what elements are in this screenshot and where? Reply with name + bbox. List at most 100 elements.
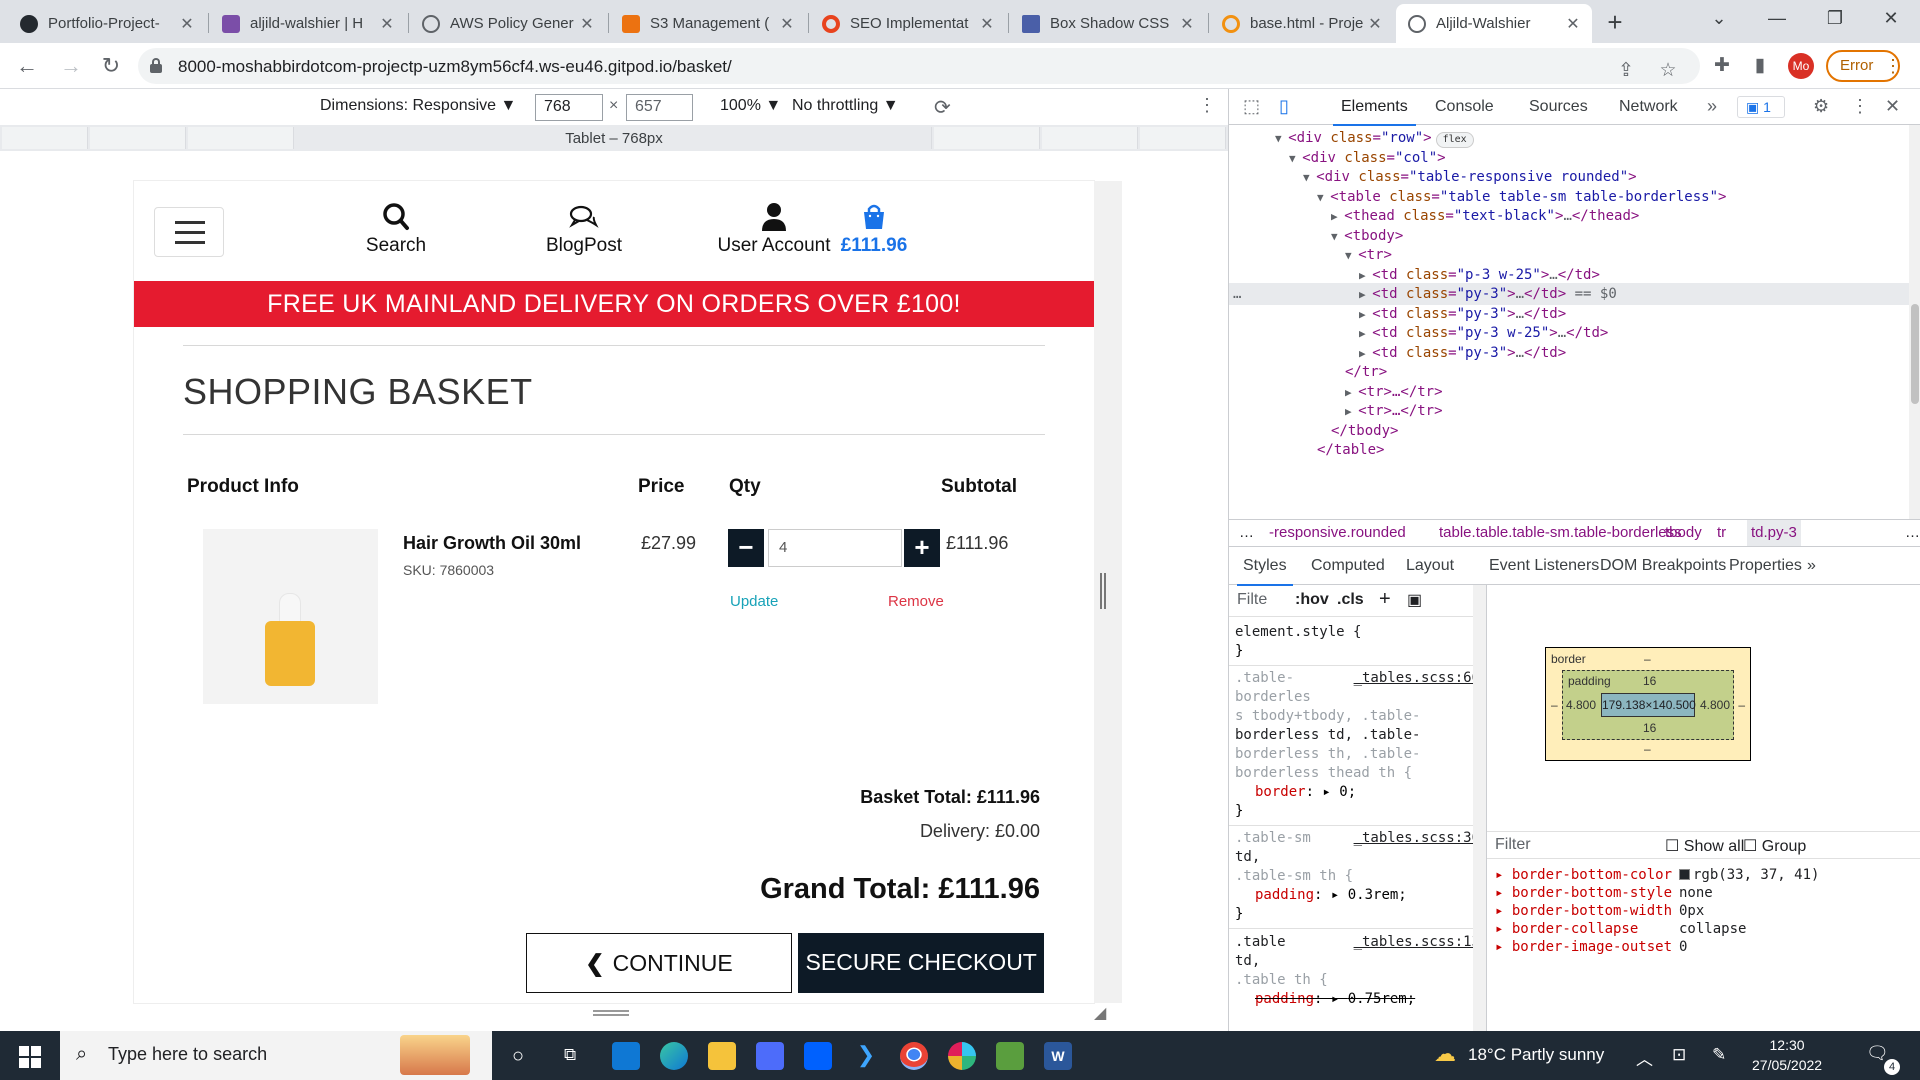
css-selector[interactable]: td,	[1235, 952, 1260, 971]
share-icon[interactable]: ⇪	[1614, 59, 1638, 83]
inspect-element-icon[interactable]: ⬚	[1243, 96, 1260, 117]
tab-network[interactable]: Network	[1619, 98, 1678, 116]
computed-property-name[interactable]: ▸ border-bottom-width	[1495, 903, 1672, 919]
breadcrumb-overflow[interactable]: …	[1905, 520, 1920, 546]
dimensions-dropdown[interactable]: Dimensions: Responsive ▼	[320, 97, 516, 115]
tab-console[interactable]: Console	[1435, 98, 1494, 116]
breadcrumb-overflow[interactable]: …	[1239, 520, 1254, 546]
url-text[interactable]: 8000-moshabbirdotcom-projectp-uzm8ym56cf…	[178, 57, 732, 77]
collapse-arrow-icon[interactable]: ▼	[1289, 152, 1302, 165]
css-source-link[interactable]: _tables.scss:36	[1354, 829, 1480, 848]
color-swatch-icon[interactable]	[1679, 869, 1690, 880]
computed-property-name[interactable]: ▸ border-bottom-style	[1495, 885, 1672, 901]
styles-filter-input[interactable]: Filte	[1237, 591, 1267, 609]
css-selector[interactable]: s tbody+tbody, .table-	[1235, 707, 1420, 726]
computed-property-name[interactable]: ▸ border-bottom-color	[1495, 867, 1672, 883]
styles-scrollbar[interactable]	[1473, 585, 1486, 1031]
browser-tab[interactable]: SEO Implementat ✕	[810, 4, 1006, 43]
nav-blog[interactable]: BlogPost	[519, 201, 649, 257]
breadcrumb-item[interactable]: table.table.table-sm.table-borderless	[1439, 520, 1682, 546]
profile-avatar[interactable]: Mo	[1788, 53, 1814, 79]
forward-icon[interactable]: →	[56, 51, 86, 81]
browser-tab[interactable]: aljild-walshier | H ✕	[210, 4, 406, 43]
back-icon[interactable]: ←	[12, 51, 42, 81]
css-source-link[interactable]: _tables.scss:66	[1354, 669, 1480, 688]
box-model-diagram[interactable]: border – – – padding 16 4.800 4.800 16 1…	[1545, 647, 1751, 761]
device-toggle-icon[interactable]: ▯	[1279, 96, 1289, 117]
close-icon[interactable]: ✕	[578, 14, 596, 34]
nav-cart[interactable]: £111.96	[824, 201, 924, 257]
more-icon[interactable]: ⋮	[1851, 96, 1869, 117]
breadcrumb-item-selected[interactable]: td.py-3	[1747, 520, 1801, 546]
css-selector[interactable]: borderless thead th {	[1235, 764, 1412, 783]
vscode-icon[interactable]: ❯	[852, 1042, 880, 1070]
collapse-arrow-icon[interactable]: ▼	[1275, 132, 1288, 145]
address-bar[interactable]: 8000-moshabbirdotcom-projectp-uzm8ym56cf…	[138, 48, 1700, 84]
close-icon[interactable]: ✕	[1178, 14, 1196, 34]
tab-elements[interactable]: Elements	[1333, 98, 1416, 126]
browser-tab[interactable]: Portfolio-Project- ✕	[8, 4, 206, 43]
show-hidden-icons-icon[interactable]: ︿	[1636, 1045, 1653, 1070]
network-icon[interactable]: ⊡	[1672, 1045, 1686, 1065]
collapse-arrow-icon[interactable]: ▼	[1303, 171, 1316, 184]
toggle-sidebar-icon[interactable]: ▣	[1407, 590, 1422, 610]
subtab-properties[interactable]: Properties	[1729, 557, 1802, 575]
close-icon[interactable]: ✕	[1564, 14, 1582, 34]
viewport-resize-corner[interactable]: ◢	[1094, 1003, 1106, 1023]
product-image[interactable]	[203, 529, 378, 704]
browser-tab[interactable]: S3 Management ( ✕	[610, 4, 806, 43]
css-selector[interactable]: .table	[1235, 933, 1286, 952]
reload-icon[interactable]: ↻	[96, 51, 126, 81]
increment-qty-button[interactable]: +	[904, 529, 940, 567]
css-selector[interactable]: element.style {	[1235, 623, 1361, 642]
tab-search-icon[interactable]: ⌄	[1690, 0, 1748, 36]
file-explorer-icon[interactable]	[708, 1042, 736, 1070]
css-declaration[interactable]: border: ▸ 0;	[1255, 783, 1356, 802]
collapse-arrow-icon[interactable]: ▼	[1331, 230, 1344, 243]
css-source-link[interactable]: _tables.scss:13	[1354, 933, 1480, 952]
breadcrumb-item[interactable]: tbody	[1665, 520, 1702, 546]
rotate-icon[interactable]: ⟳	[934, 95, 951, 120]
close-icon[interactable]: ✕	[1366, 14, 1384, 34]
quantity-input[interactable]: 4	[768, 529, 902, 567]
remove-link[interactable]: Remove	[888, 593, 944, 610]
expand-arrow-icon[interactable]: ▶	[1359, 288, 1372, 301]
css-selector[interactable]: borderless td, .table-	[1235, 726, 1420, 745]
issues-badge[interactable]: ▣ 1	[1737, 96, 1785, 118]
edge-icon[interactable]	[660, 1042, 688, 1070]
subtab-event-listeners[interactable]: Event Listeners	[1489, 557, 1599, 575]
dropbox-icon[interactable]	[804, 1042, 832, 1070]
subtab-computed[interactable]: Computed	[1311, 557, 1385, 575]
dom-scrollbar-thumb[interactable]	[1911, 304, 1919, 404]
hov-toggle[interactable]: :hov	[1295, 591, 1329, 609]
dom-node[interactable]: </table>	[1229, 439, 1909, 461]
close-window-icon[interactable]: ✕	[1862, 0, 1920, 36]
subtab-dom-breakpoints[interactable]: DOM Breakpoints	[1600, 557, 1726, 575]
chrome-icon[interactable]	[900, 1042, 928, 1070]
close-icon[interactable]: ✕	[778, 14, 796, 34]
cls-toggle[interactable]: .cls	[1337, 591, 1364, 609]
secure-checkout-button[interactable]: SECURE CHECKOUT	[798, 933, 1044, 993]
collapse-arrow-icon[interactable]: ▼	[1345, 249, 1358, 262]
close-icon[interactable]: ✕	[378, 14, 396, 34]
new-tab-button[interactable]: +	[1598, 6, 1632, 40]
computed-property-name[interactable]: ▸ border-collapse	[1495, 921, 1638, 937]
close-icon[interactable]: ✕	[178, 14, 196, 34]
box-model-padding[interactable]: padding 16 4.800 4.800 16 179.138×140.50…	[1562, 670, 1734, 740]
viewport-resize-handle-right[interactable]	[1100, 573, 1106, 609]
lock-icon[interactable]	[150, 58, 162, 73]
mail-icon[interactable]	[612, 1042, 640, 1070]
browser-tab-active[interactable]: Aljild-Walshier ✕	[1396, 4, 1592, 43]
breadcrumb-item[interactable]: -responsive.rounded	[1269, 520, 1406, 546]
expand-arrow-icon[interactable]: ▶	[1359, 308, 1372, 321]
cortana-icon[interactable]: ○	[512, 1045, 524, 1068]
extensions-icon[interactable]: ✚	[1710, 54, 1734, 78]
minimize-icon[interactable]: —	[1748, 0, 1806, 36]
expand-arrow-icon[interactable]: ▶	[1359, 327, 1372, 340]
computed-property-name[interactable]: ▸ border-image-outset	[1495, 939, 1672, 955]
paint-icon[interactable]	[996, 1042, 1024, 1070]
throttling-dropdown[interactable]: No throttling ▼	[792, 97, 899, 115]
close-icon[interactable]: ✕	[978, 14, 996, 34]
more-icon[interactable]: ⋮	[1884, 56, 1902, 77]
browser-tab[interactable]: AWS Policy Gener ✕	[410, 4, 606, 43]
